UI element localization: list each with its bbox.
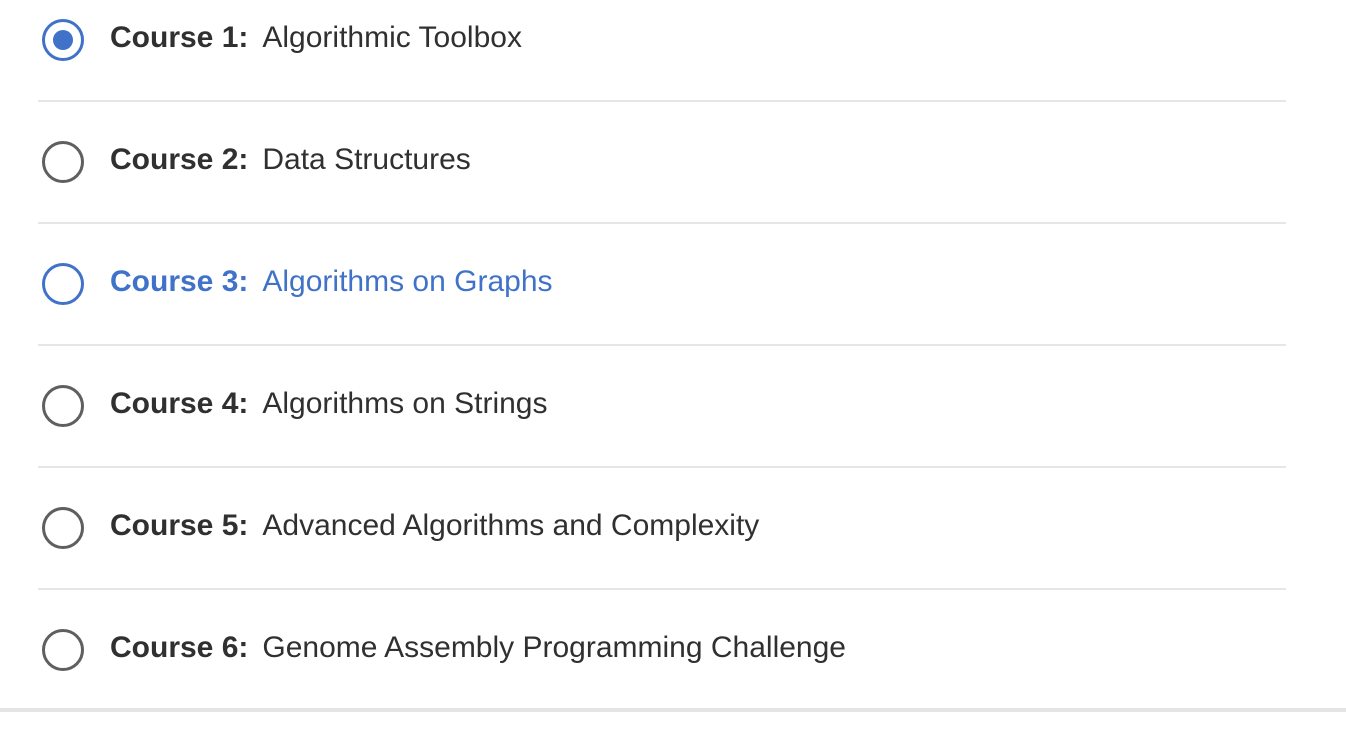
course-item-2[interactable]: Course 2: Data Structures bbox=[0, 122, 1346, 244]
course-number: Course 3: bbox=[110, 265, 249, 298]
course-label[interactable]: Course 5: Advanced Algorithms and Complex… bbox=[110, 508, 759, 544]
course-number: Course 5: bbox=[110, 509, 249, 542]
radio-unselected-icon[interactable] bbox=[42, 141, 84, 183]
course-title: Genome Assembly Programming Challenge bbox=[262, 631, 846, 664]
course-number: Course 6: bbox=[110, 631, 249, 664]
radio-unselected-icon[interactable] bbox=[42, 507, 84, 549]
course-title: Algorithmic Toolbox bbox=[262, 21, 522, 54]
divider bbox=[38, 222, 1286, 224]
course-number: Course 2: bbox=[110, 143, 249, 176]
divider bbox=[38, 588, 1286, 590]
radio-unselected-icon[interactable] bbox=[42, 629, 84, 671]
radio-hover-icon[interactable] bbox=[42, 263, 84, 305]
bottom-divider bbox=[0, 708, 1346, 712]
course-label[interactable]: Course 1: Algorithmic Toolbox bbox=[110, 20, 522, 56]
course-label[interactable]: Course 2: Data Structures bbox=[110, 142, 471, 178]
course-title: Algorithms on Graphs bbox=[262, 265, 553, 298]
divider bbox=[38, 344, 1286, 346]
course-item-3[interactable]: Course 3: Algorithms on Graphs bbox=[0, 244, 1346, 366]
course-title: Advanced Algorithms and Complexity bbox=[262, 509, 760, 542]
course-item-5[interactable]: Course 5: Advanced Algorithms and Complex… bbox=[0, 488, 1346, 610]
course-title: Data Structures bbox=[262, 143, 471, 176]
course-item-4[interactable]: Course 4: Algorithms on Strings bbox=[0, 366, 1346, 488]
divider bbox=[38, 100, 1286, 102]
radio-dot-icon bbox=[53, 30, 73, 50]
course-item-1[interactable]: Course 1: Algorithmic Toolbox bbox=[0, 0, 1346, 122]
course-title: Algorithms on Strings bbox=[262, 387, 548, 420]
course-label[interactable]: Course 3: Algorithms on Graphs bbox=[110, 264, 553, 300]
course-number: Course 4: bbox=[110, 387, 249, 420]
divider bbox=[38, 466, 1286, 468]
course-label[interactable]: Course 6: Genome Assembly Programming Cha… bbox=[110, 630, 846, 666]
course-label[interactable]: Course 4: Algorithms on Strings bbox=[110, 386, 548, 422]
radio-unselected-icon[interactable] bbox=[42, 385, 84, 427]
course-number: Course 1: bbox=[110, 21, 249, 54]
course-item-6[interactable]: Course 6: Genome Assembly Programming Cha… bbox=[0, 610, 1346, 732]
radio-selected-icon[interactable] bbox=[42, 19, 84, 61]
